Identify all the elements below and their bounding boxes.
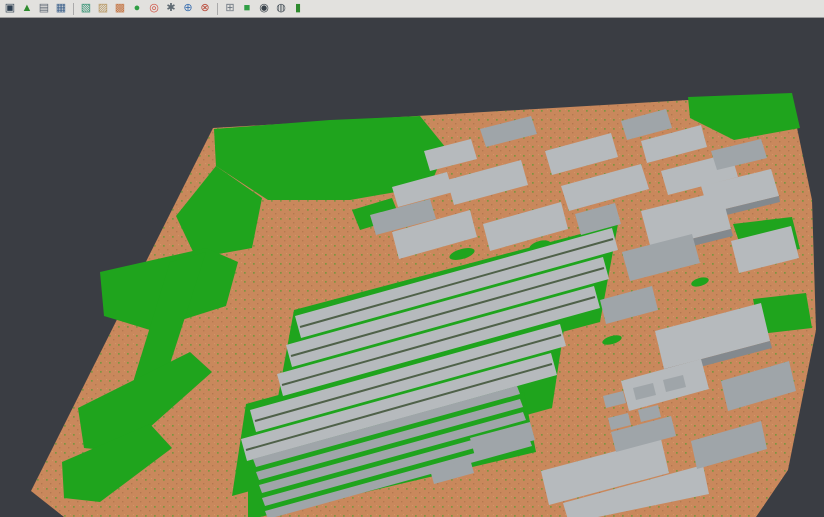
toolbar-separator [73, 3, 74, 15]
globe-button[interactable]: ● [129, 1, 145, 17]
ortho-button[interactable]: ▨ [95, 1, 111, 17]
add-button[interactable]: ⊕ [180, 1, 196, 17]
toolbar-separator [217, 3, 218, 15]
report-icon: ▮ [295, 3, 301, 14]
classify-icon: ■ [244, 3, 251, 14]
add-icon: ⊕ [183, 3, 192, 14]
application-window: ▣ ▲ ▤ ▦ ▧ ▨ ▩ ● ◎ ✱ ⊕ ⊗ ⊞ ■ ◉ ◍ ▮ [0, 0, 824, 517]
photos-button[interactable]: ▦ [53, 1, 69, 17]
dem-icon: ▩ [115, 3, 125, 14]
layers-button[interactable]: ▤ [36, 1, 52, 17]
map-icon: ▧ [81, 3, 91, 14]
target-button[interactable]: ◎ [146, 1, 162, 17]
camera-icon: ◉ [259, 3, 269, 14]
camera-button[interactable]: ◉ [256, 1, 272, 17]
dem-button[interactable]: ▩ [112, 1, 128, 17]
photos-icon: ▦ [56, 3, 66, 14]
toolbar: ▣ ▲ ▤ ▦ ▧ ▨ ▩ ● ◎ ✱ ⊕ ⊗ ⊞ ■ ◉ ◍ ▮ [0, 0, 824, 18]
map-button[interactable]: ▧ [78, 1, 94, 17]
terrain-icon: ▲ [22, 3, 33, 14]
classify-button[interactable]: ■ [239, 1, 255, 17]
ortho-icon: ▨ [98, 3, 108, 14]
settings-icon: ✱ [166, 3, 175, 14]
scene-3d-view [0, 18, 824, 517]
report-button[interactable]: ▮ [290, 1, 306, 17]
settings-button[interactable]: ✱ [163, 1, 179, 17]
terrain-button[interactable]: ▲ [19, 1, 35, 17]
screen-icon: ▣ [5, 3, 15, 14]
layers-icon: ▤ [39, 3, 49, 14]
grid-icon: ⊞ [225, 3, 234, 14]
screen-button[interactable]: ▣ [2, 1, 18, 17]
sphere-button[interactable]: ◍ [273, 1, 289, 17]
globe-icon: ● [134, 3, 141, 14]
sphere-icon: ◍ [276, 3, 286, 14]
model-viewport[interactable] [0, 18, 824, 517]
remove-icon: ⊗ [200, 3, 209, 14]
target-icon: ◎ [149, 3, 159, 14]
grid-button[interactable]: ⊞ [222, 1, 238, 17]
remove-button[interactable]: ⊗ [197, 1, 213, 17]
